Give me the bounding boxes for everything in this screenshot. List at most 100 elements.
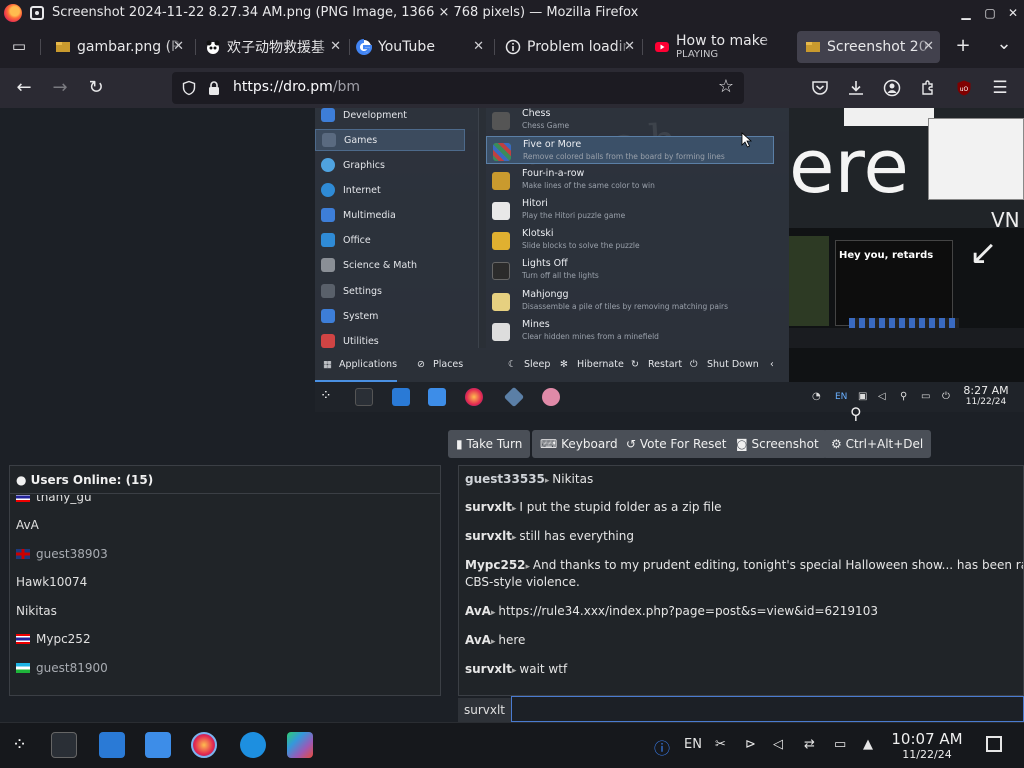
remote-store-icon[interactable] xyxy=(392,388,410,406)
keyboard-layout-indicator[interactable]: EN xyxy=(684,737,702,752)
more-options-icon[interactable]: ‹ xyxy=(770,359,774,370)
tab-problem-loading[interactable]: Problem loadin ✕ xyxy=(497,31,641,63)
file-manager-icon[interactable] xyxy=(145,732,171,758)
tab-youtube[interactable]: YouTube ✕ xyxy=(348,31,490,63)
reload-button[interactable]: ↻ xyxy=(85,77,107,99)
app-launcher-icon[interactable]: ⁘ xyxy=(12,734,27,755)
url-text[interactable]: https://dro.pm/bm xyxy=(233,79,360,95)
close-window-button[interactable]: ✕ xyxy=(1004,4,1022,22)
network-icon[interactable]: ▭ xyxy=(834,737,846,752)
url-bar[interactable]: https://dro.pm/bm ☆ xyxy=(172,72,744,104)
category-settings[interactable]: Settings xyxy=(315,280,465,302)
list-all-tabs-button[interactable]: ⌄ xyxy=(993,33,1015,55)
show-desktop-icon[interactable] xyxy=(986,736,1002,752)
close-tab-icon[interactable]: ✕ xyxy=(923,39,934,54)
vote-reset-button[interactable]: ↺ Vote For Reset xyxy=(618,430,735,458)
remote-settings-icon[interactable] xyxy=(355,388,373,406)
category-multimedia[interactable]: Multimedia xyxy=(315,204,465,226)
close-tab-icon[interactable]: ✕ xyxy=(624,39,635,54)
places-icon[interactable]: ⊘ xyxy=(417,359,425,370)
back-button[interactable]: ← xyxy=(13,77,35,99)
download-icon[interactable] xyxy=(847,79,865,97)
remote-app-icon[interactable] xyxy=(503,386,525,408)
remote-lang-indicator[interactable]: EN xyxy=(835,392,847,402)
zoom-magnifier-icon[interactable]: ⚲ xyxy=(850,404,862,423)
app-four-in-a-row[interactable]: Four-in-a-row Make lines of the same colo… xyxy=(486,166,774,194)
category-science-math[interactable]: Science & Math xyxy=(315,254,465,276)
user-list-item[interactable]: AvA xyxy=(16,518,39,532)
tab-how-to-make[interactable]: How to make PLAYING xyxy=(646,31,792,63)
sleep-button[interactable]: Sleep xyxy=(524,359,550,370)
chat-log[interactable]: guest33535▸ Nikitas survxlt▸ I put the s… xyxy=(458,465,1024,696)
minimize-button[interactable]: ▁ xyxy=(957,4,975,22)
remote-firefox-icon[interactable] xyxy=(465,388,483,406)
category-internet[interactable]: Internet xyxy=(315,179,465,201)
hibernate-button[interactable]: Hibernate xyxy=(577,359,624,370)
close-tab-icon[interactable]: ✕ xyxy=(473,39,484,54)
user-list-item[interactable]: guest81900 xyxy=(16,661,108,675)
app-five-or-more[interactable]: Five or More Remove colored balls from th… xyxy=(486,136,774,164)
user-list-item[interactable]: guest38903 xyxy=(16,547,108,561)
remote-clock[interactable]: 8:27 AM 11/22/24 xyxy=(961,385,1011,408)
category-system[interactable]: System xyxy=(315,305,465,327)
tab-animal-rescue[interactable]: 欢子动物救援基 ✕ xyxy=(197,31,347,63)
maximize-button[interactable]: ▢ xyxy=(981,4,999,22)
hibernate-icon[interactable]: ✻ xyxy=(560,359,568,370)
users-online-panel[interactable]: ● Users Online: (15) thany_gu AvA guest3… xyxy=(9,465,441,696)
remote-app2-icon[interactable] xyxy=(542,388,560,406)
browser-app-icon[interactable] xyxy=(240,732,266,758)
category-list[interactable]: Development Games Graphics Internet Mult… xyxy=(315,108,475,348)
shutdown-icon[interactable]: ⏻ xyxy=(690,359,698,370)
remote-files-icon[interactable] xyxy=(428,388,446,406)
keyboard-button[interactable]: ⌨ Keyboard xyxy=(532,430,626,458)
app-klotski[interactable]: Klotski Slide blocks to solve the puzzle xyxy=(486,226,774,254)
close-tab-icon[interactable]: ✕ xyxy=(173,39,184,54)
chat-input[interactable] xyxy=(511,696,1024,722)
ctrl-alt-del-button[interactable]: ⚙ Ctrl+Alt+Del xyxy=(823,430,932,458)
info-icon[interactable]: ⓘ xyxy=(654,735,670,759)
remote-rss-icon[interactable]: ◔ xyxy=(812,391,821,402)
take-turn-button[interactable]: ▮ Take Turn xyxy=(448,430,531,458)
restart-button[interactable]: Restart xyxy=(648,359,682,370)
places-tab-label[interactable]: Places xyxy=(433,359,463,370)
remote-power-icon[interactable]: ⏻ xyxy=(942,391,950,402)
user-list-item[interactable]: Mypc252 xyxy=(16,632,91,646)
discover-store-icon[interactable] xyxy=(99,732,125,758)
tab-gambar[interactable]: gambar.png (P ✕ xyxy=(47,31,190,63)
extensions-icon[interactable] xyxy=(919,79,937,97)
app-menu-icon[interactable] xyxy=(30,5,44,20)
user-list-item[interactable]: Nikitas xyxy=(16,604,57,618)
screenshot-button[interactable]: ◙ Screenshot xyxy=(728,430,827,458)
app-hitori[interactable]: Hitori Play the Hitori puzzle game xyxy=(486,196,774,224)
shutdown-button[interactable]: Shut Down xyxy=(707,359,759,370)
remote-volume-icon[interactable]: ◁ xyxy=(878,391,886,402)
lock-icon[interactable] xyxy=(207,80,221,96)
shield-icon[interactable] xyxy=(181,80,197,96)
firefox-taskbar-icon[interactable] xyxy=(191,732,217,758)
category-games[interactable]: Games xyxy=(315,129,465,151)
new-tab-button[interactable]: + xyxy=(952,35,974,57)
forward-button[interactable]: → xyxy=(49,77,71,99)
scissors-icon[interactable]: ✂ xyxy=(715,737,726,752)
app-mines[interactable]: Mines Clear hidden mines from a minefield xyxy=(486,317,774,345)
sleep-icon[interactable]: ☾ xyxy=(508,359,517,370)
app-lights-off[interactable]: Lights Off Turn off all the lights xyxy=(486,256,774,284)
usb-icon[interactable]: ⇄ xyxy=(804,737,815,752)
remote-usb-icon[interactable]: ⚲ xyxy=(900,391,907,402)
play-store-icon[interactable] xyxy=(287,732,313,758)
remote-network-icon[interactable]: ▭ xyxy=(921,391,930,402)
settings-app-icon[interactable] xyxy=(51,732,77,758)
remote-clipboard-icon[interactable]: ▣ xyxy=(858,391,867,402)
grid-icon[interactable]: ▦ xyxy=(323,359,332,370)
tray-expand-icon[interactable]: ▲ xyxy=(863,737,873,752)
volume-icon[interactable]: ◁ xyxy=(773,737,783,752)
firefox-view-icon[interactable]: ▭ xyxy=(8,35,30,57)
category-office[interactable]: Office xyxy=(315,229,465,251)
user-list-item[interactable]: Hawk10074 xyxy=(16,575,87,589)
account-icon[interactable] xyxy=(883,79,901,97)
remote-taskbar[interactable]: ⁘ ◔ EN ▣ ◁ ⚲ ▭ ⏻ 8:27 AM 11/22/24 xyxy=(315,382,1024,412)
remote-launcher-icon[interactable]: ⁘ xyxy=(320,388,332,404)
ublock-origin-icon[interactable]: uO xyxy=(955,79,973,97)
app-chess[interactable]: Chess Chess Game xyxy=(486,106,774,134)
restart-icon[interactable]: ↻ xyxy=(631,359,639,370)
